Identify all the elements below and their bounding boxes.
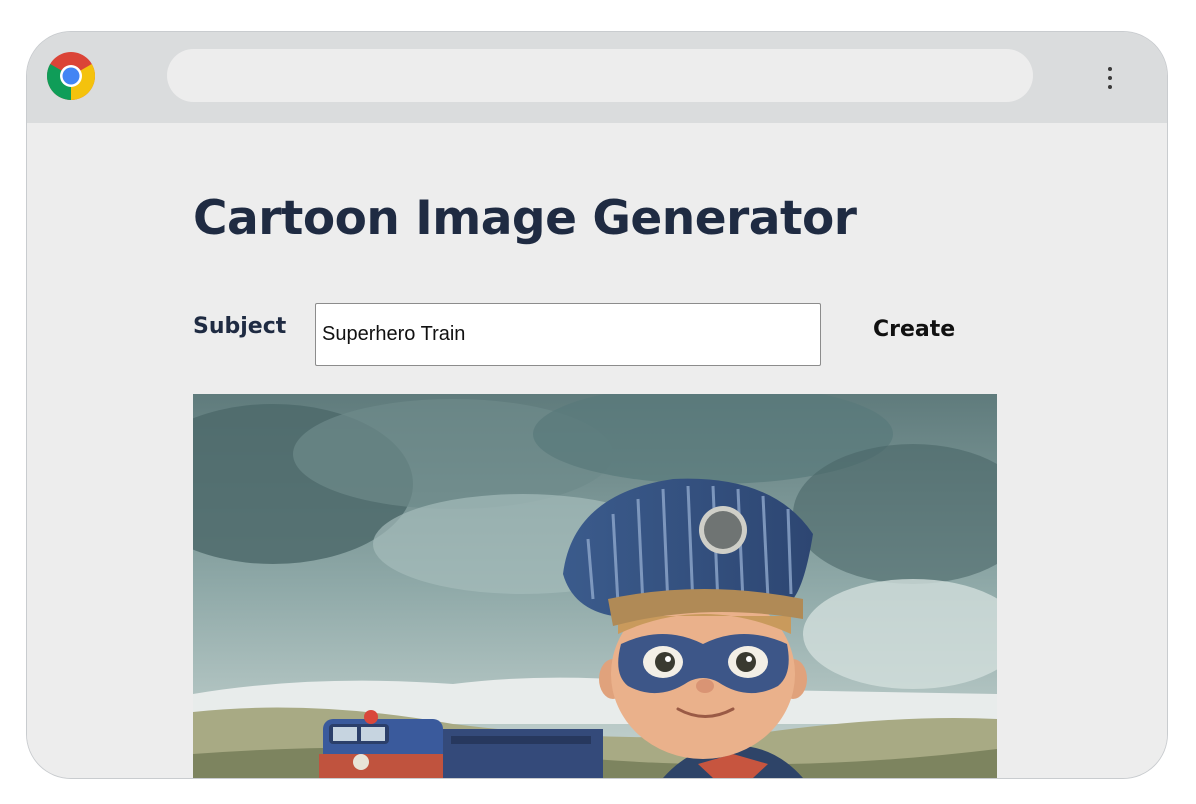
address-bar[interactable] xyxy=(167,49,1033,102)
browser-window: Cartoon Image Generator Subject Create xyxy=(27,32,1167,778)
kebab-menu-icon[interactable] xyxy=(1095,62,1125,94)
browser-toolbar xyxy=(27,32,1167,123)
subject-label: Subject xyxy=(193,314,287,339)
chrome-logo-icon xyxy=(46,51,96,101)
page-title: Cartoon Image Generator xyxy=(193,191,857,246)
subject-input[interactable] xyxy=(315,303,821,366)
generated-image xyxy=(193,394,997,778)
create-button[interactable]: Create xyxy=(873,317,955,342)
page-content: Cartoon Image Generator Subject Create xyxy=(27,123,1167,778)
